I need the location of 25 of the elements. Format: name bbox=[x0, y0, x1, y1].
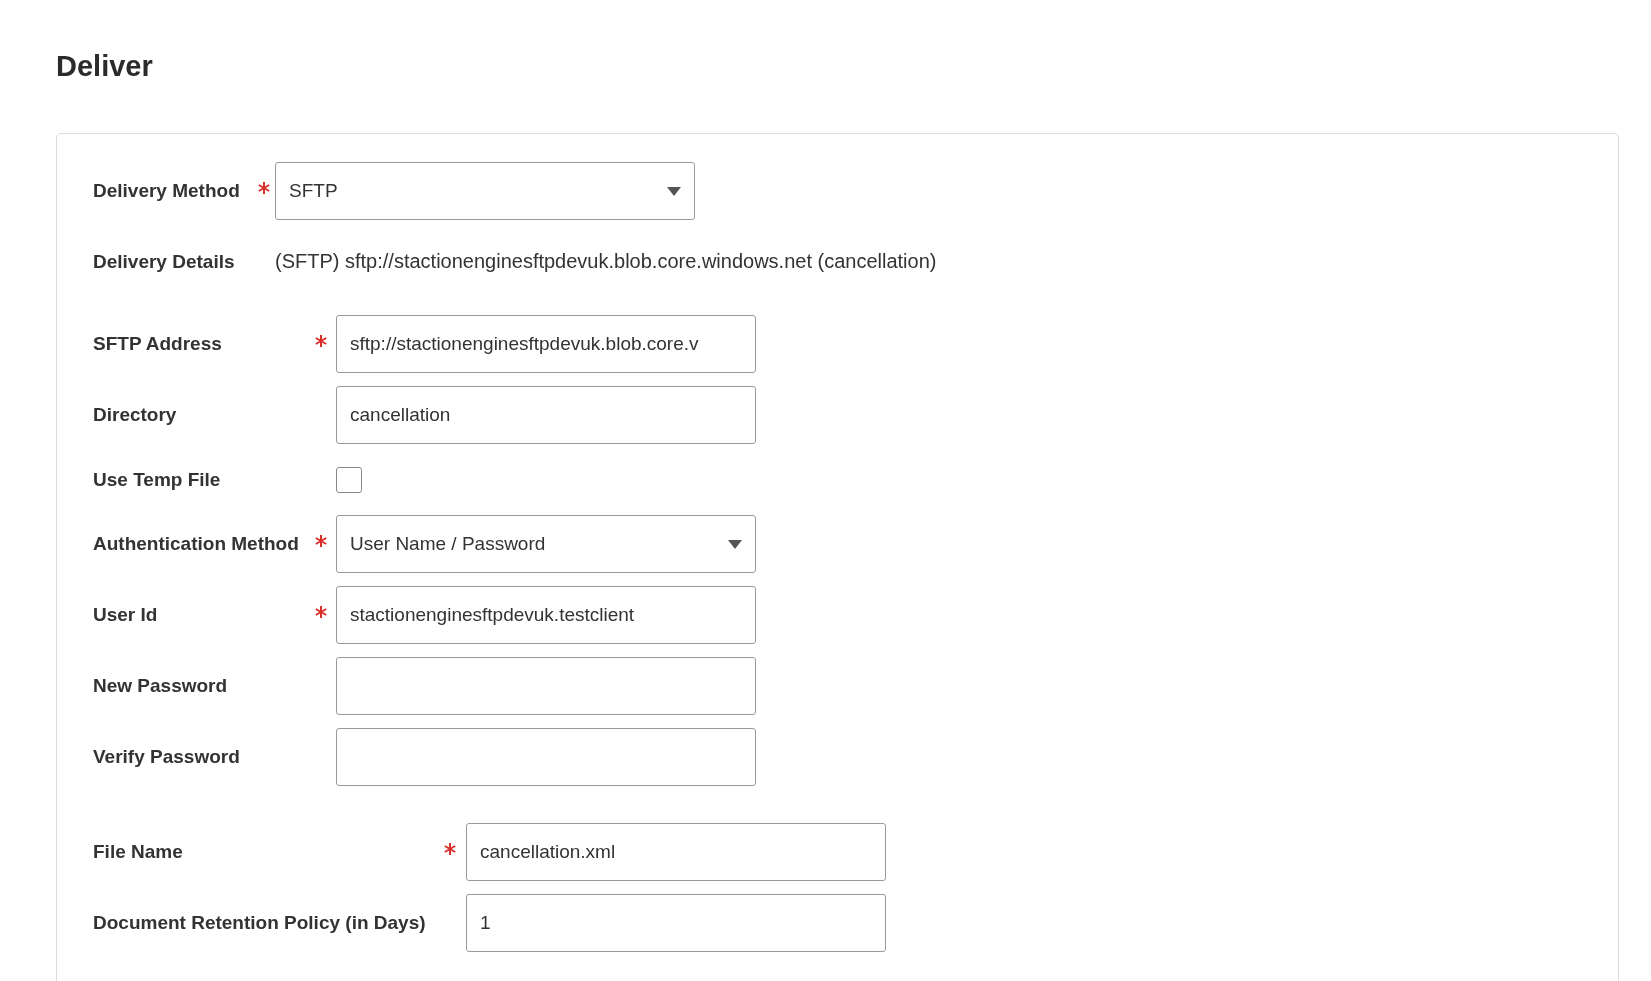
checkbox[interactable] bbox=[336, 466, 362, 493]
field-label: Delivery Details bbox=[93, 250, 236, 273]
field-label: Document Retention Policy (in Days) bbox=[93, 912, 427, 934]
input-field[interactable] bbox=[336, 657, 756, 715]
field-label: Authentication Method bbox=[93, 533, 300, 555]
delivery-details-text: (SFTP) sftp://stactionenginesftpdevuk.blob.core.windows.net (cancellation) bbox=[275, 250, 938, 273]
field-label: Delivery Method bbox=[93, 180, 241, 202]
input-field[interactable]: sftp://stactionenginesftpdevuk.blob.core.v bbox=[336, 315, 756, 373]
field-label: SFTP Address bbox=[93, 333, 223, 355]
caret-icon bbox=[728, 539, 742, 549]
input-field[interactable]: cancellation bbox=[336, 386, 756, 444]
page-title: Deliver bbox=[56, 50, 154, 83]
input-field[interactable]: stactionenginesftpdevuk.testclient bbox=[336, 586, 756, 644]
select-field[interactable]: SFTP bbox=[275, 162, 695, 220]
field-label: Verify Password bbox=[93, 746, 241, 768]
field-label: New Password bbox=[93, 675, 229, 697]
caret-icon bbox=[667, 186, 681, 196]
field-label: File Name bbox=[93, 841, 184, 863]
field-label: Use Temp File bbox=[93, 468, 222, 491]
select-field[interactable]: User Name / Password bbox=[336, 515, 756, 573]
field-label: User Id bbox=[93, 604, 159, 626]
input-field[interactable]: cancellation.xml bbox=[466, 823, 886, 881]
input-field[interactable] bbox=[336, 728, 756, 786]
input-field[interactable]: 1 bbox=[466, 894, 886, 952]
field-label: Directory bbox=[93, 404, 178, 426]
